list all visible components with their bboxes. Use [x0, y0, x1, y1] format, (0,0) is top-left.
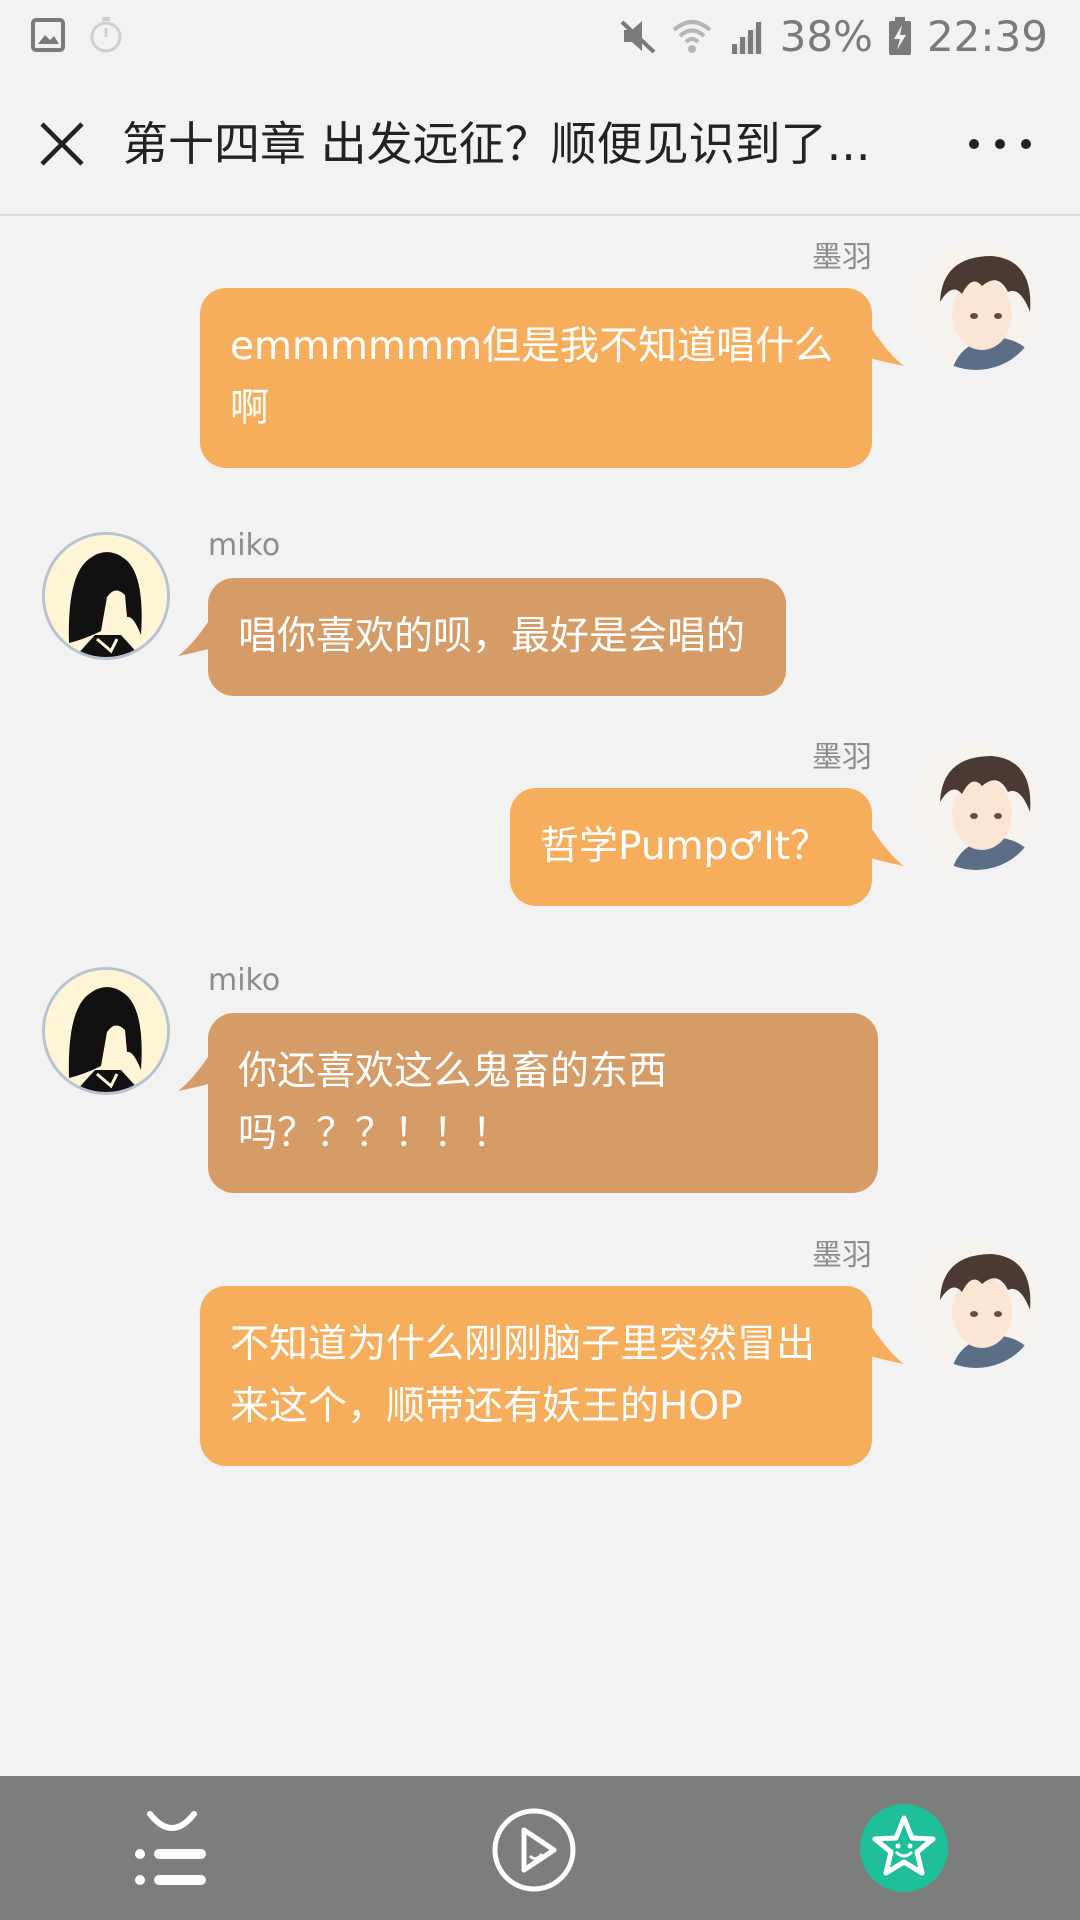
close-button[interactable] [34, 116, 90, 172]
avatar-moyu[interactable] [912, 242, 1040, 370]
message-bubble: emmmmmm但是我不知道唱什么 啊 [200, 288, 872, 468]
bubble-tail [178, 1051, 212, 1091]
mute-icon [618, 16, 658, 56]
message-line: 来这个，顺带还有妖王的HOP [230, 1384, 743, 1429]
chat-message: miko 唱你喜欢的呗，最好是会唱的 [0, 506, 1080, 716]
bottom-toolbar [0, 1776, 1080, 1920]
chat-message: miko 你还喜欢这么鬼畜的东西 吗？？？！！！ [0, 941, 1080, 1211]
more-horizontal-icon [969, 139, 1031, 149]
avatar-moyu[interactable] [912, 1240, 1040, 1368]
clock: 22:39 [926, 11, 1048, 61]
chapter-list-icon [135, 1811, 206, 1885]
battery-charging-icon [887, 16, 913, 56]
message-line: 不知道为什么刚刚脑子里突然冒出 [230, 1322, 816, 1367]
favorite-button[interactable] [858, 1802, 950, 1894]
image-icon [30, 17, 66, 53]
message-bubble: 不知道为什么刚刚脑子里突然冒出 来这个，顺带还有妖王的HOP [200, 1286, 872, 1466]
bubble-tail [870, 1324, 904, 1364]
status-bar: 38% 22:39 [0, 0, 1080, 72]
battery-percent: 38% [779, 11, 873, 61]
wifi-icon [672, 16, 712, 56]
message-bubble: 你还喜欢这么鬼畜的东西 吗？？？！！！ [208, 1013, 878, 1193]
bubble-tail [870, 326, 904, 366]
timer-icon [88, 16, 124, 54]
reader-header: 第十四章 出发远征？顺便见识到了... [0, 72, 1080, 216]
sender-name: miko [208, 528, 281, 563]
auto-play-icon [492, 1808, 576, 1892]
avatar-miko[interactable] [42, 967, 170, 1095]
message-line: 唱你喜欢的呗，最好是会唱的 [238, 614, 746, 659]
message-line: emmmmmm但是我不知道唱什么 [230, 324, 833, 369]
message-line: 你还喜欢这么鬼畜的东西 [238, 1049, 668, 1094]
message-line: 哲学Pump♂It？ [540, 824, 830, 869]
more-options-button[interactable] [964, 130, 1036, 158]
message-line: 吗？？？！！！ [238, 1111, 512, 1156]
avatar-miko[interactable] [42, 532, 170, 660]
chat-message: 墨羽 哲学Pump♂It？ [0, 716, 1080, 946]
chapter-title: 第十四章 出发远征？顺便见识到了... [122, 117, 871, 171]
message-line: 啊 [230, 386, 270, 431]
sender-name: 墨羽 [812, 740, 872, 775]
chat-message: 墨羽 不知道为什么刚刚脑子里突然冒出 来这个，顺带还有妖王的HOP [0, 1214, 1080, 1494]
chat-thread: 墨羽 emmmmmm但是我不知道唱什么 啊 miko 唱你喜欢的呗，最好是会唱的 [0, 216, 1080, 1776]
avatar-moyu[interactable] [912, 742, 1040, 870]
sender-name: miko [208, 963, 281, 998]
chat-message: 墨羽 emmmmmm但是我不知道唱什么 啊 [0, 216, 1080, 486]
sender-name: 墨羽 [812, 240, 872, 275]
bubble-tail [870, 826, 904, 866]
message-bubble: 哲学Pump♂It？ [510, 788, 872, 906]
chapter-list-button[interactable] [128, 1806, 216, 1894]
message-bubble: 唱你喜欢的呗，最好是会唱的 [208, 578, 786, 696]
signal-icon [726, 16, 766, 56]
sender-name: 墨羽 [812, 1238, 872, 1273]
bubble-tail [178, 616, 212, 656]
auto-play-button[interactable] [490, 1806, 578, 1894]
close-icon [40, 122, 84, 166]
favorite-star-icon [860, 1804, 948, 1892]
